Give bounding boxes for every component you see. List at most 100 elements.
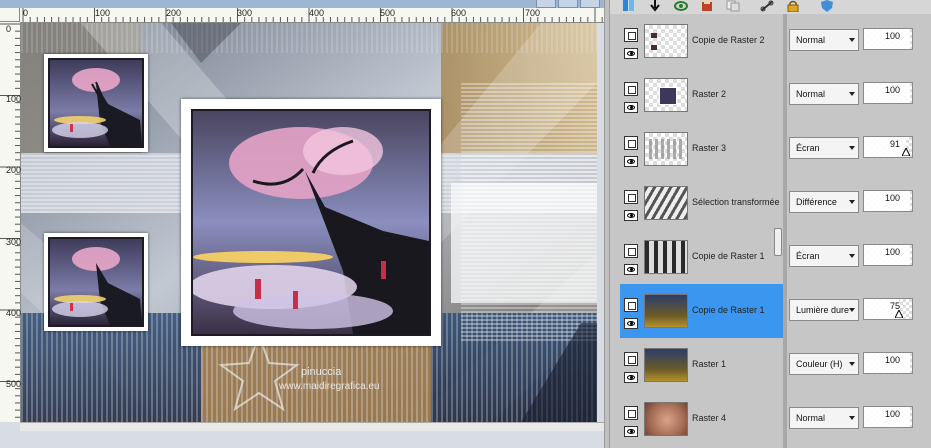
eye-icon[interactable]: [624, 264, 638, 275]
horizontal-scrollbar[interactable]: [20, 422, 604, 431]
eye-icon[interactable]: [624, 102, 638, 113]
layer-row[interactable]: Copie de Raster 2: [620, 14, 783, 68]
layer-group-icon[interactable]: [624, 406, 638, 420]
layer-row[interactable]: Copie de Raster 1: [620, 230, 783, 284]
paint-icon[interactable]: [700, 0, 714, 12]
layer-thumbnail: [644, 402, 688, 436]
eye-icon[interactable]: [624, 48, 638, 59]
layer-group-icon[interactable]: [624, 28, 638, 42]
close-icon[interactable]: [580, 0, 600, 8]
opacity-field[interactable]: 100: [863, 244, 913, 266]
blend-mode-select[interactable]: Différence: [789, 191, 859, 213]
layers-palette: Copie de Raster 2 Raster 2 Raster 3 Séle…: [610, 0, 931, 448]
artwork-canvas[interactable]: pinuccia www.maidiregrafica.eu: [21, 23, 597, 422]
ruler-vlabel-200: 200: [6, 165, 22, 175]
layer-row-selected[interactable]: Copie de Raster 1: [620, 284, 783, 338]
copy-icon[interactable]: [726, 0, 740, 12]
ruler-vlabel-0: 0: [6, 24, 12, 34]
dropdown-arrow-icon: [849, 146, 855, 150]
blend-mode-value: Écran: [796, 143, 820, 153]
layer-properties-row: Écran 100: [787, 230, 931, 284]
layer-properties-row: Normal 100: [787, 14, 931, 68]
layer-row[interactable]: Raster 2: [620, 68, 783, 122]
layer-properties-row: Normal 100: [787, 68, 931, 122]
layer-properties-column: Normal 100 Normal 100 Écran 91 Différenc…: [787, 14, 931, 448]
ruler-vlabel-100: 100: [6, 94, 22, 104]
link-icon[interactable]: [760, 0, 774, 12]
ruler-vlabel-300: 300: [6, 237, 22, 247]
blend-mode-value: Normal: [796, 413, 826, 423]
layer-group-icon[interactable]: [624, 82, 638, 96]
layer-thumbnail: [644, 294, 688, 328]
layer-thumbnail: [644, 240, 688, 274]
opacity-field[interactable]: 91: [863, 136, 913, 158]
layer-thumbnail: [644, 348, 688, 382]
horizontal-ruler: 0 100 200 300 400 500 600 700: [20, 8, 604, 23]
layer-group-icon[interactable]: [624, 136, 638, 150]
layer-group-icon[interactable]: [624, 352, 638, 366]
layer-name: Copie de Raster 1: [692, 251, 765, 261]
new-layer-icon[interactable]: [622, 0, 636, 12]
blend-mode-select[interactable]: Lumière dure: [789, 299, 859, 321]
blend-mode-select[interactable]: Normal: [789, 407, 859, 429]
dropdown-arrow-icon: [849, 38, 855, 42]
opacity-value: 100: [884, 409, 900, 419]
layer-properties-row: Couleur (H) 100: [787, 338, 931, 392]
arrow-down-icon[interactable]: [648, 0, 662, 12]
layer-thumbnail: [644, 132, 688, 166]
layer-row[interactable]: Raster 4: [620, 392, 783, 446]
ruler-label-600: 600: [451, 8, 467, 18]
tree-image-small-top: [48, 58, 144, 148]
eye-icon[interactable]: [624, 426, 638, 437]
opacity-slider-marker-icon[interactable]: [894, 310, 903, 318]
layer-group-icon[interactable]: [624, 244, 638, 258]
layer-properties-row: Différence 100: [787, 176, 931, 230]
opacity-value: 100: [884, 355, 900, 365]
opacity-field[interactable]: 100: [863, 352, 913, 374]
maximize-icon[interactable]: [558, 0, 578, 8]
layer-group-icon[interactable]: [624, 298, 638, 312]
small-frame-bottom: [44, 233, 148, 331]
blend-mode-select[interactable]: Couleur (H): [789, 353, 859, 375]
dropdown-arrow-icon: [849, 92, 855, 96]
shield-icon[interactable]: [820, 0, 834, 12]
eye-icon[interactable]: [624, 372, 638, 383]
lock-icon[interactable]: [786, 0, 800, 12]
opacity-field[interactable]: 100: [863, 82, 913, 104]
layer-properties-row: Lumière dure 75: [787, 284, 931, 338]
opacity-field[interactable]: 100: [863, 406, 913, 428]
opacity-field[interactable]: 100: [863, 190, 913, 212]
opacity-value: 100: [884, 85, 900, 95]
layer-row[interactable]: Sélection transformée: [620, 176, 783, 230]
opacity-field[interactable]: 75: [863, 298, 913, 320]
minimize-icon[interactable]: [536, 0, 556, 8]
blend-mode-value: Normal: [796, 89, 826, 99]
blend-mode-select[interactable]: Écran: [789, 137, 859, 159]
blend-mode-value: Lumière dure: [796, 305, 850, 315]
layer-group-icon[interactable]: [624, 190, 638, 204]
dropdown-arrow-icon: [849, 254, 855, 258]
blend-mode-select[interactable]: Écran: [789, 245, 859, 267]
blend-mode-select[interactable]: Normal: [789, 83, 859, 105]
eye-icon[interactable]: [624, 156, 638, 167]
tree-scene-large: [193, 111, 429, 334]
ruler-vlabel-400: 400: [6, 308, 22, 318]
layer-name: Raster 3: [692, 143, 727, 153]
layer-row[interactable]: Raster 3: [620, 122, 783, 176]
layer-row[interactable]: Raster 1: [620, 338, 783, 392]
visibility-icon[interactable]: [674, 0, 688, 12]
window-buttons: [536, 0, 604, 8]
blend-mode-select[interactable]: Normal: [789, 29, 859, 51]
layer-name: Copie de Raster 1: [692, 305, 765, 315]
ruler-label-200: 200: [166, 8, 182, 18]
eye-icon[interactable]: [624, 210, 638, 221]
opacity-slider-marker-icon[interactable]: [901, 148, 910, 156]
opacity-field[interactable]: 100: [863, 28, 913, 50]
opacity-value: 91: [889, 139, 900, 149]
title-bar[interactable]: [0, 0, 604, 8]
ruler-label-300: 300: [237, 8, 253, 18]
eye-icon[interactable]: [624, 318, 638, 329]
palette-toolbar: [610, 0, 931, 14]
collapse-handle-icon[interactable]: [774, 228, 782, 256]
canvas-window: 0 100 200 300 400 500 600 700 0 100 200 …: [0, 0, 604, 448]
